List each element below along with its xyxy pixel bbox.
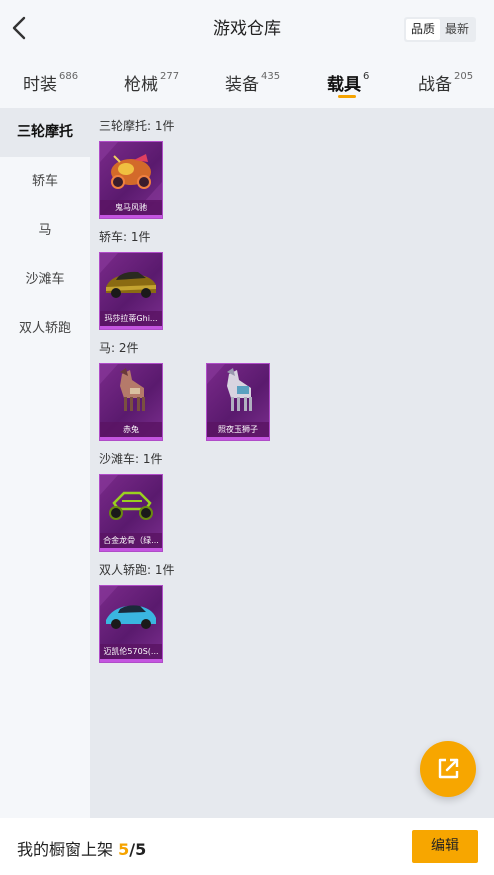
sportscar-art-icon — [100, 586, 156, 629]
item-name: 玛莎拉蒂Ghi... — [100, 311, 162, 326]
item-name: 赤兔 — [100, 422, 162, 437]
showcase-current-count: 5 — [118, 840, 130, 859]
tab-equipment[interactable]: 装备 435 — [225, 70, 280, 100]
tricycle-art-icon — [100, 142, 162, 202]
rarity-bar — [100, 659, 162, 662]
tab-supplies[interactable]: 战备 205 — [418, 70, 473, 100]
tab-label: 装备 — [225, 75, 259, 95]
tab-count: 686 — [59, 71, 79, 82]
top-bar: 游戏仓库 品质 最新 — [0, 0, 494, 58]
share-button[interactable] — [420, 741, 476, 797]
showcase-total-count: 5 — [135, 840, 147, 859]
rarity-bar — [100, 326, 162, 329]
item-card[interactable]: 合金龙骨（绿... — [99, 474, 163, 552]
tab-label: 战备 — [418, 75, 452, 95]
item-card[interactable]: 玛莎拉蒂Ghi... — [99, 252, 163, 330]
sidebar-item-horse[interactable]: 马 — [0, 206, 90, 255]
sort-option-latest[interactable]: 最新 — [440, 19, 474, 40]
tab-count: 277 — [160, 71, 180, 82]
sort-toggle: 品质 最新 — [404, 17, 477, 42]
sidebar: 三轮摩托 轿车 马 沙滩车 双人轿跑 — [0, 108, 90, 818]
tab-count: 435 — [261, 71, 281, 82]
active-tab-indicator — [338, 95, 356, 98]
sidebar-item-buggy[interactable]: 沙滩车 — [0, 255, 90, 304]
sidebar-item-tricycle[interactable]: 三轮摩托 — [0, 108, 90, 157]
item-card[interactable]: 赤兔 — [99, 363, 163, 441]
sort-option-quality[interactable]: 品质 — [406, 19, 441, 40]
horse-art-icon — [100, 364, 145, 411]
rarity-bar — [100, 437, 162, 440]
group-label: 三轮摩托: 1件 — [99, 119, 175, 133]
rarity-bar — [207, 437, 269, 440]
group-label: 轿车: 1件 — [99, 230, 151, 244]
tab-count: 6 — [363, 71, 370, 82]
item-card[interactable]: 照夜玉狮子 — [206, 363, 270, 441]
tab-label: 时装 — [23, 75, 57, 95]
rarity-bar — [100, 215, 162, 218]
tab-label: 载具 — [327, 75, 361, 95]
sedan-art-icon — [100, 253, 156, 298]
horse-art-icon — [207, 364, 252, 411]
item-card[interactable]: 鬼马风驰 — [99, 141, 163, 219]
buggy-art-icon — [100, 475, 153, 520]
tab-fashion[interactable]: 时装 686 — [23, 70, 78, 100]
item-name: 合金龙骨（绿... — [100, 533, 162, 548]
item-card[interactable]: 迈凯伦570S(... — [99, 585, 163, 663]
showcase-status: 我的橱窗上架 5/5 — [17, 836, 146, 860]
group-label: 马: 2件 — [99, 341, 139, 355]
rarity-bar — [100, 548, 162, 551]
external-link-icon — [438, 758, 459, 779]
item-name: 鬼马风驰 — [100, 200, 162, 215]
item-grid: 三轮摩托: 1件 鬼马风驰 轿车: 1件 玛莎拉蒂Ghi... 马: 2件 赤兔… — [90, 108, 494, 818]
sidebar-item-coupe[interactable]: 双人轿跑 — [0, 304, 90, 353]
item-name: 照夜玉狮子 — [207, 422, 269, 437]
tab-count: 205 — [454, 71, 474, 82]
group-label: 双人轿跑: 1件 — [99, 563, 175, 577]
tab-firearms[interactable]: 枪械 277 — [124, 70, 179, 100]
item-name: 迈凯伦570S(... — [100, 644, 162, 659]
tab-label: 枪械 — [124, 75, 158, 95]
sidebar-item-sedan[interactable]: 轿车 — [0, 157, 90, 206]
group-label: 沙滩车: 1件 — [99, 452, 163, 466]
showcase-label: 我的橱窗上架 — [17, 840, 114, 859]
showcase-footer: 我的橱窗上架 5/5 编辑 — [0, 818, 494, 875]
edit-button[interactable]: 编辑 — [412, 830, 478, 863]
category-tabs: 时装 686 枪械 277 装备 435 载具 6 战备 205 — [0, 58, 494, 108]
